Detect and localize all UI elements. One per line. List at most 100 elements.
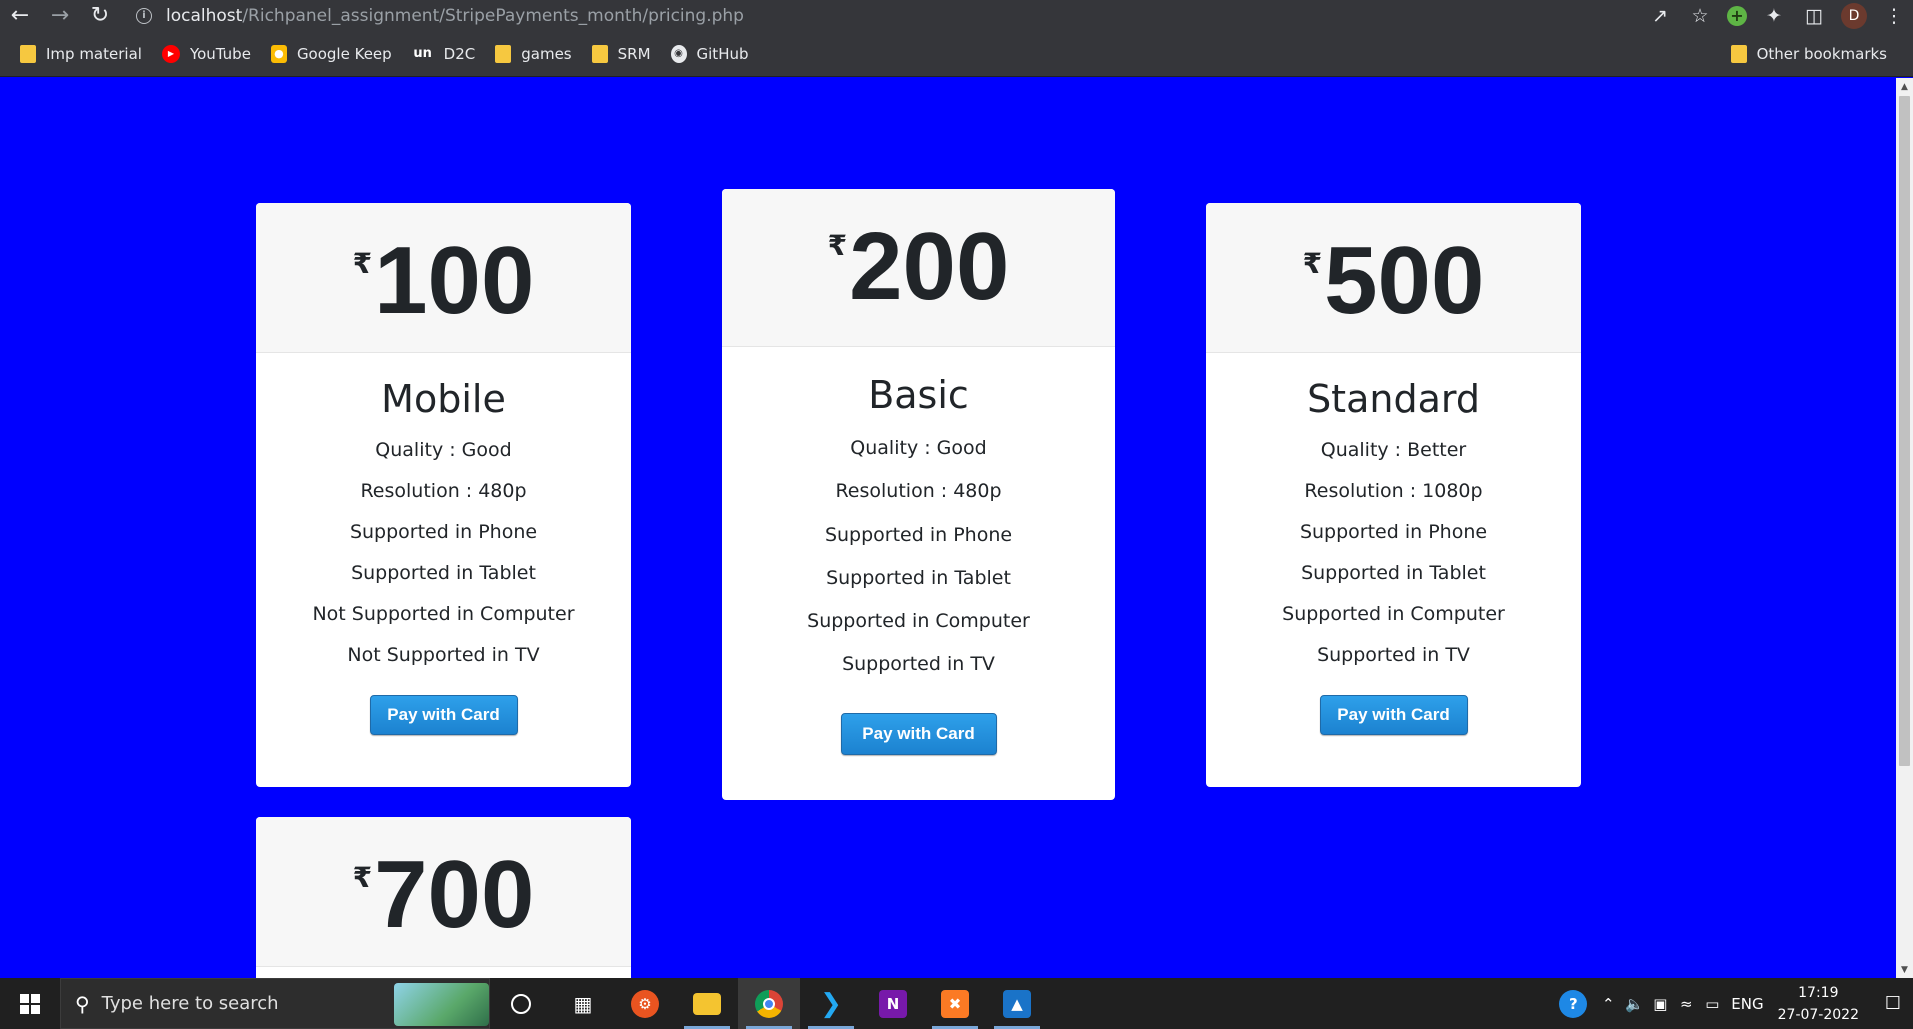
- forward-icon[interactable]: →: [40, 0, 80, 31]
- bookmark-label: Imp material: [46, 44, 142, 63]
- pay-with-card-button[interactable]: Pay with Card: [1319, 695, 1468, 735]
- back-icon[interactable]: ←: [0, 0, 40, 31]
- bookmark-label: games: [521, 44, 572, 63]
- plan-name: Mobile: [381, 377, 506, 421]
- reload-icon[interactable]: ↻: [80, 0, 120, 31]
- speaker-volume-icon[interactable]: 🔈: [1621, 995, 1647, 1013]
- onenote-icon: N: [879, 989, 907, 1018]
- pay-with-card-button[interactable]: Pay with Card: [369, 695, 518, 735]
- file-explorer-icon: [693, 992, 721, 1015]
- taskbar-app-xampp[interactable]: ✖: [924, 978, 986, 1029]
- folder-icon: [20, 44, 36, 63]
- chrome-icon: [755, 989, 783, 1018]
- feature-item: Quality : Good: [375, 439, 512, 461]
- site-info-icon[interactable]: i: [136, 7, 152, 24]
- bookmark-google-keep[interactable]: ● Google Keep: [270, 40, 392, 68]
- feature-item: Not Supported in TV: [347, 644, 540, 666]
- bookmark-imp-material[interactable]: Imp material: [20, 40, 142, 68]
- ubuntu-icon: ⚙: [631, 989, 659, 1018]
- feature-item: Supported in Tablet: [826, 566, 1011, 589]
- feature-item: Resolution : 1080p: [1304, 480, 1483, 502]
- plan-details: Mobile Quality : Good Resolution : 480p …: [256, 353, 631, 735]
- side-panel-icon[interactable]: ◫: [1801, 5, 1827, 27]
- pricing-card-standard: ₹ 500 Standard Quality : Better Resoluti…: [1206, 203, 1581, 787]
- url-path: /Richpanel_assignment/StripePayments_mon…: [242, 5, 744, 26]
- battery-icon[interactable]: ▭: [1699, 995, 1725, 1013]
- youtube-icon: ▶: [161, 44, 180, 63]
- vscode-icon: ❯: [820, 988, 842, 1019]
- wifi-icon[interactable]: ≈: [1673, 995, 1699, 1013]
- google-keep-icon: ●: [270, 44, 287, 63]
- scroll-down-arrow-icon[interactable]: ▼: [1896, 961, 1913, 978]
- feature-item: Supported in Phone: [1299, 521, 1488, 543]
- task-view-button[interactable]: ▦: [552, 978, 614, 1029]
- system-tray: ? ⌃ 🔈 ▣ ≈ ▭ ENG 17:19 27-07-2022 ☐: [1559, 978, 1913, 1029]
- input-language[interactable]: ENG: [1731, 995, 1763, 1013]
- taskbar-app-file-explorer[interactable]: [676, 978, 738, 1029]
- taskbar-search-box[interactable]: ⚲ Type here to search: [60, 978, 490, 1029]
- meet-now-icon[interactable]: ▣: [1647, 995, 1673, 1013]
- extension-plus-icon[interactable]: +: [1727, 5, 1747, 26]
- price-amount: 100: [374, 227, 535, 334]
- taskbar-app-chrome[interactable]: [738, 978, 800, 1029]
- other-bookmarks-label: Other bookmarks: [1756, 45, 1887, 63]
- scroll-thumb[interactable]: [1899, 96, 1910, 766]
- clock-date: 27-07-2022: [1777, 1006, 1859, 1023]
- cortana-button[interactable]: [490, 978, 552, 1029]
- search-placeholder: Type here to search: [101, 993, 279, 1014]
- start-button[interactable]: [0, 978, 60, 1029]
- plan-name: Standard: [1307, 377, 1480, 421]
- feature-item: Supported in Phone: [824, 523, 1013, 546]
- bookmark-games[interactable]: games: [495, 40, 572, 68]
- feature-item: Resolution : 480p: [360, 480, 527, 502]
- bookmark-label: SRM: [617, 44, 651, 63]
- taskbar-app-vscode[interactable]: ❯: [800, 978, 862, 1029]
- page-scrollbar[interactable]: ▲ ▼: [1896, 78, 1913, 978]
- rupee-symbol: ₹: [352, 247, 373, 280]
- bookmark-youtube[interactable]: ▶ YouTube: [161, 40, 251, 68]
- cortana-circle-icon: [511, 993, 531, 1014]
- folder-icon: [591, 44, 608, 63]
- bookmark-star-icon[interactable]: ☆: [1687, 5, 1713, 27]
- scroll-up-arrow-icon[interactable]: ▲: [1896, 78, 1913, 95]
- feature-item: Supported in TV: [842, 653, 995, 676]
- folder-icon: [495, 44, 512, 63]
- bookmark-d2c[interactable]: un D2C: [412, 40, 475, 68]
- taskbar-app-onenote[interactable]: N: [862, 978, 924, 1029]
- price-header: ₹ 500: [1206, 203, 1581, 353]
- taskbar-app-ubuntu[interactable]: ⚙: [614, 978, 676, 1029]
- profile-avatar[interactable]: D: [1841, 2, 1867, 29]
- unacademy-icon: un: [413, 46, 432, 61]
- menu-kebab-icon[interactable]: ⋮: [1881, 5, 1907, 27]
- windows-logo-icon: [20, 993, 40, 1014]
- url-host: localhost: [166, 5, 243, 26]
- pricing-card-basic: ₹ 200 Basic Quality : Good Resolution : …: [722, 189, 1115, 800]
- notification-center-icon[interactable]: ☐: [1873, 978, 1913, 1029]
- feature-item: Supported in TV: [1317, 644, 1470, 666]
- feature-item: Supported in Computer: [807, 610, 1030, 633]
- feature-item: Quality : Better: [1320, 439, 1467, 461]
- address-bar[interactable]: i localhost/Richpanel_assignment/StripeP…: [136, 2, 1746, 29]
- bookmark-label: GitHub: [696, 44, 749, 63]
- price-amount: 700: [374, 841, 535, 948]
- bookmark-label: YouTube: [189, 44, 251, 63]
- share-icon[interactable]: ↗: [1647, 5, 1673, 27]
- taskbar-clock[interactable]: 17:19 27-07-2022: [1778, 982, 1859, 1026]
- xampp-icon: ✖: [941, 989, 969, 1018]
- extensions-puzzle-icon[interactable]: ✦: [1761, 5, 1787, 27]
- show-hidden-icons-chevron-icon[interactable]: ⌃: [1595, 995, 1621, 1013]
- other-bookmarks[interactable]: Other bookmarks: [1730, 40, 1887, 68]
- taskbar-app-photos[interactable]: ▲: [986, 978, 1048, 1029]
- plan-details: Standard Quality : Better Resolution : 1…: [1206, 353, 1581, 735]
- bookmark-github[interactable]: ◉ GitHub: [670, 40, 749, 68]
- pay-with-card-button[interactable]: Pay with Card: [840, 712, 997, 755]
- task-view-icon: ▦: [573, 991, 593, 1016]
- search-highlight-image[interactable]: [394, 983, 489, 1026]
- folder-icon: [1730, 45, 1747, 63]
- feature-item: Supported in Tablet: [351, 562, 536, 584]
- bookmark-srm[interactable]: SRM: [591, 40, 651, 68]
- feature-item: Supported in Phone: [349, 521, 538, 543]
- browser-toolbar: ← → ↻ i localhost/Richpanel_assignment/S…: [0, 0, 1913, 31]
- help-icon[interactable]: ?: [1559, 989, 1588, 1018]
- rupee-symbol: ₹: [827, 229, 848, 262]
